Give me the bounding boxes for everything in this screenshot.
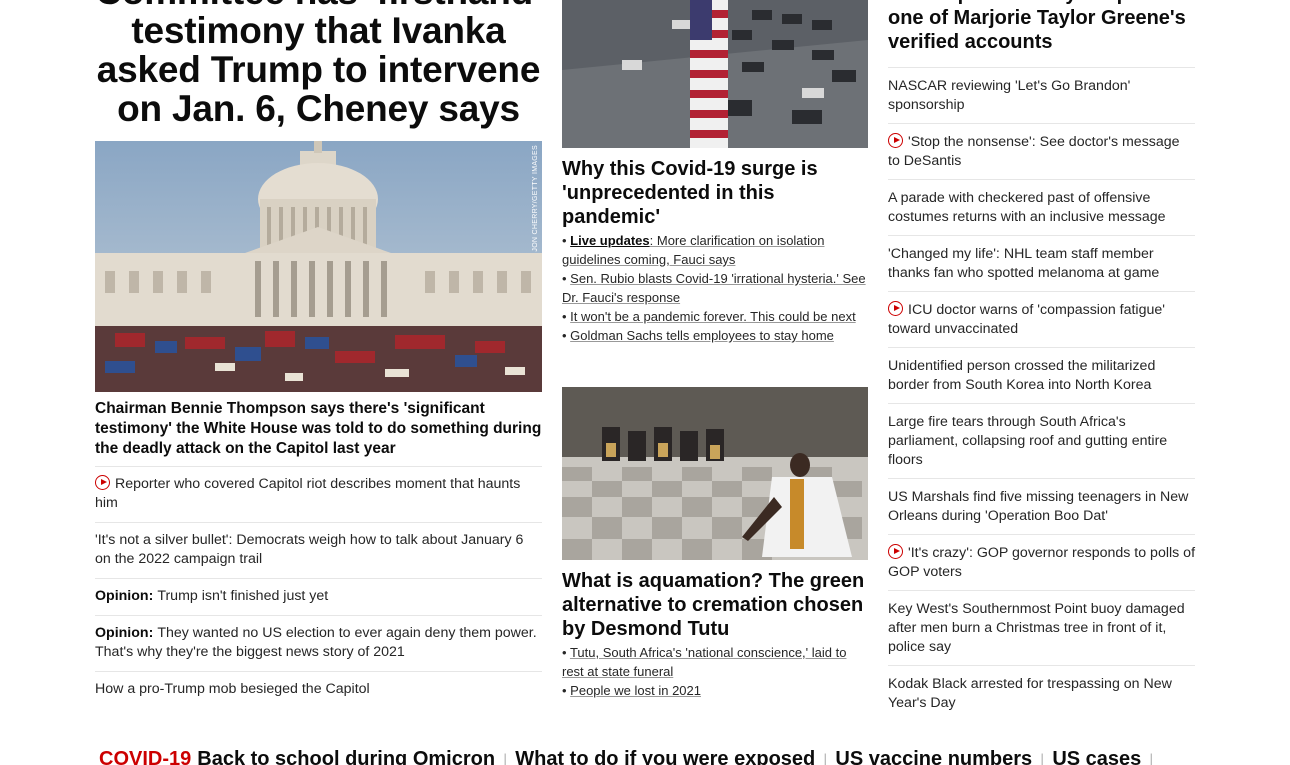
list-item-text[interactable]: Reporter who covered Capitol riot descri… [95, 476, 520, 511]
topic-link-back-to-school[interactable]: Back to school during Omicron [197, 748, 495, 765]
list-item-text[interactable]: ICU doctor warns of 'compassion fatigue'… [888, 302, 1165, 337]
list-item-text[interactable]: 'Changed my life': NHL team staff member… [888, 246, 1159, 281]
list-item-text[interactable]: Key West's Southernmost Point buoy damag… [888, 601, 1185, 655]
covid-bullets: Live updates: More clarification on isol… [562, 231, 868, 345]
bullet-link[interactable]: Sen. Rubio blasts Covid-19 'irrational h… [562, 271, 866, 305]
list-item[interactable]: Opinion: Trump isn't finished just yet [95, 578, 542, 615]
separator: | [1149, 752, 1154, 765]
play-icon [888, 544, 903, 559]
twitter-mtg-headline[interactable]: Twitter permanently suspends one of Marj… [888, 0, 1195, 54]
list-item[interactable]: 'Changed my life': NHL team staff member… [888, 235, 1195, 291]
list-item[interactable]: NASCAR reviewing 'Let's Go Brandon' spon… [888, 67, 1195, 123]
list-item[interactable]: 'Stop the nonsense': See doctor's messag… [888, 123, 1195, 179]
bullet-link[interactable]: Tutu, South Africa's 'national conscienc… [562, 645, 846, 679]
list-item-text[interactable]: NASCAR reviewing 'Let's Go Brandon' spon… [888, 78, 1130, 113]
opinion-label: Opinion: [95, 588, 154, 604]
covid-topic-bar: COVID-19 Back to school during Omicron | Wh… [99, 746, 1161, 765]
list-item[interactable]: Key West's Southernmost Point buoy damag… [888, 590, 1195, 665]
list-item[interactable]: Opinion: They wanted no US election to ev… [95, 615, 542, 671]
list-item-text[interactable]: Large fire tears through South Africa's … [888, 414, 1167, 468]
list-item-text[interactable]: Trump isn't finished just yet [157, 588, 328, 604]
capitol-related-list: Reporter who covered Capitol riot descri… [95, 466, 542, 708]
separator: | [823, 752, 828, 765]
bullet-item[interactable]: It won't be a pandemic forever. This cou… [562, 307, 868, 326]
tutu-funeral-photo[interactable] [562, 387, 868, 560]
topic-link-vaccine-numbers[interactable]: US vaccine numbers [835, 748, 1032, 765]
aquamation-headline[interactable]: What is aquamation? The green alternativ… [562, 569, 868, 641]
list-item[interactable]: 'It's crazy': GOP governor responds to p… [888, 534, 1195, 590]
list-item[interactable]: Kodak Black arrested for trespassing on … [888, 665, 1195, 721]
capitol-photo[interactable]: JON CHERRY/GETTY IMAGES [95, 141, 542, 392]
list-item[interactable]: US Marshals find five missing teenagers … [888, 478, 1195, 534]
bullet-item[interactable]: Live updates: More clarification on isol… [562, 231, 868, 269]
list-item-text[interactable]: 'It's crazy': GOP governor responds to p… [888, 545, 1195, 580]
bullet-item[interactable]: People we lost in 2021 [562, 681, 868, 700]
covid-label[interactable]: COVID-19 [99, 748, 191, 765]
flag-parking-image [562, 0, 868, 148]
play-icon [888, 133, 903, 148]
list-item[interactable]: How a pro-Trump mob besieged the Capitol [95, 671, 542, 708]
topic-link-exposed[interactable]: What to do if you were exposed [515, 748, 815, 765]
photo-credit: JON CHERRY/GETTY IMAGES [532, 145, 539, 252]
separator: | [1040, 752, 1045, 765]
list-item[interactable]: A parade with checkered past of offensiv… [888, 179, 1195, 235]
bullet-link[interactable]: It won't be a pandemic forever. This cou… [570, 309, 856, 324]
list-item[interactable]: Reporter who covered Capitol riot descri… [95, 466, 542, 522]
cathedral-image [562, 387, 868, 560]
list-item-text[interactable]: They wanted no US election to ever again… [95, 625, 537, 660]
opinion-label: Opinion: [95, 625, 154, 641]
play-icon [888, 301, 903, 316]
list-item-text[interactable]: 'Stop the nonsense': See doctor's messag… [888, 134, 1180, 169]
list-item-text[interactable]: How a pro-Trump mob besieged the Capitol [95, 681, 370, 697]
bullet-item[interactable]: Goldman Sachs tells employees to stay ho… [562, 326, 868, 345]
list-item-text[interactable]: US Marshals find five missing teenagers … [888, 489, 1188, 524]
live-updates-label[interactable]: Live updates [570, 233, 649, 248]
list-item[interactable]: Unidentified person crossed the militari… [888, 347, 1195, 403]
tutu-bullets: Tutu, South Africa's 'national conscienc… [562, 643, 868, 700]
list-item[interactable]: ICU doctor warns of 'compassion fatigue'… [888, 291, 1195, 347]
list-item-text[interactable]: 'It's not a silver bullet': Democrats we… [95, 532, 523, 567]
capitol-subheadline[interactable]: Chairman Bennie Thompson says there's 's… [95, 399, 542, 459]
play-icon [95, 475, 110, 490]
separator: | [503, 752, 508, 765]
bullet-item[interactable]: Sen. Rubio blasts Covid-19 'irrational h… [562, 269, 868, 307]
bullet-item[interactable]: Tutu, South Africa's 'national conscienc… [562, 643, 868, 681]
right-headlines-list: NASCAR reviewing 'Let's Go Brandon' spon… [888, 67, 1195, 721]
bullet-link[interactable]: Goldman Sachs tells employees to stay ho… [570, 328, 834, 343]
covid-protest-photo[interactable] [562, 0, 868, 148]
bullet-link[interactable]: People we lost in 2021 [570, 683, 701, 698]
list-item-text[interactable]: Unidentified person crossed the militari… [888, 358, 1155, 393]
capitol-image [95, 141, 542, 392]
topic-link-us-cases[interactable]: US cases [1052, 748, 1141, 765]
list-item-text[interactable]: A parade with checkered past of offensiv… [888, 190, 1166, 225]
covid-surge-headline[interactable]: Why this Covid-19 surge is 'unprecedente… [562, 157, 868, 229]
headline-capitol[interactable]: Committee has 'firsthand' testimony that… [95, 0, 542, 128]
list-item-text[interactable]: Kodak Black arrested for trespassing on … [888, 676, 1172, 711]
list-item[interactable]: Large fire tears through South Africa's … [888, 403, 1195, 478]
list-item[interactable]: 'It's not a silver bullet': Democrats we… [95, 522, 542, 578]
